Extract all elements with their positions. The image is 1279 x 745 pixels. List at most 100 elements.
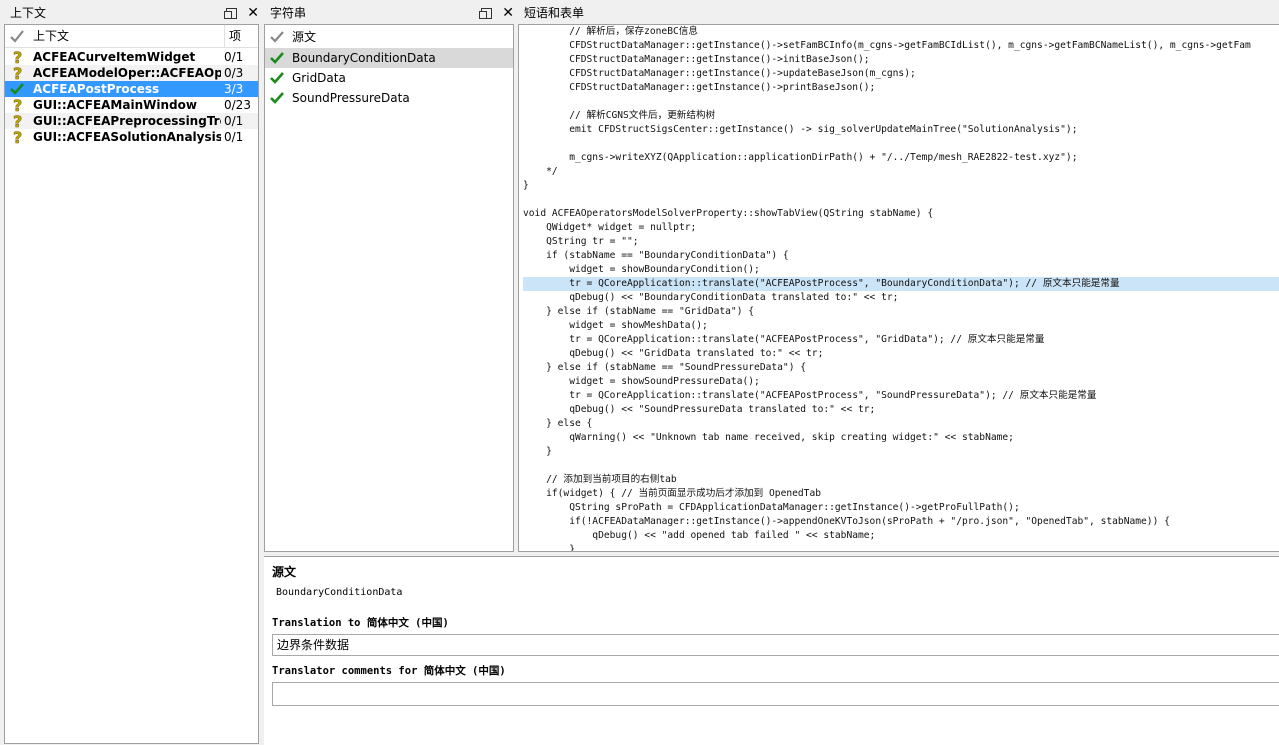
svg-text:?: ? — [13, 49, 22, 65]
strings-dock-title-text: 字符串 — [270, 6, 307, 20]
header-check-icon — [269, 29, 285, 45]
string-text: SoundPressureData — [292, 91, 410, 105]
comments-label: Translator comments for 简体中文 (中国) — [272, 665, 506, 677]
code-dock-title-text: 短语和表单 — [524, 6, 585, 20]
question-icon: ? — [9, 129, 25, 145]
code-line: } else { — [523, 418, 593, 429]
translation-input[interactable]: 边界条件数据 — [272, 634, 1279, 656]
context-count: 0/1 — [224, 50, 244, 64]
string-text: GridData — [292, 71, 346, 85]
close-icon[interactable]: ✕ — [247, 6, 259, 20]
question-icon: ? — [9, 97, 25, 113]
source-code-view[interactable]: // 解析后，保存zoneBC信息 CFDStructDataManager::… — [518, 24, 1279, 552]
code-line: widget = showBoundaryCondition(); — [523, 264, 760, 275]
check-icon — [269, 70, 285, 86]
context-row-selected[interactable]: ACFEAPostProcess 3/3 — [5, 81, 258, 97]
float-icon[interactable] — [224, 7, 238, 19]
string-row[interactable]: SoundPressureData — [265, 88, 513, 108]
code-line: } else if (stabName == "GridData") { — [523, 306, 755, 317]
context-row[interactable]: ? ACFEACurveItemWidget 0/1 — [5, 49, 258, 65]
code-line: widget = showMeshData(); — [523, 320, 708, 331]
code-dock-title: 短语和表单 — [518, 2, 1279, 24]
question-icon: ? — [9, 65, 25, 81]
strings-list[interactable]: 源文 BoundaryConditionData GridData SoundP… — [264, 24, 514, 552]
context-count: 0/3 — [224, 66, 244, 80]
float-icon[interactable] — [479, 7, 493, 19]
code-line: emit CFDStructSigsCenter::getInstance() … — [523, 124, 1078, 135]
code-line: m_cgns->writeXYZ(QApplication::applicati… — [523, 152, 1078, 163]
code-line: if(!ACFEADataManager::getInstance()->app… — [523, 516, 1170, 527]
code-line: if(widget) { // 当前页面显示成功后才添加到 OpenedTab — [523, 488, 821, 499]
code-line: tr = QCoreApplication::translate("ACFEAP… — [523, 334, 1045, 345]
context-dock-title-text: 上下文 — [10, 6, 47, 20]
code-line: void ACFEAOperatorsModelSolverProperty::… — [523, 208, 934, 219]
code-line: qWarning() << "Unknown tab name received… — [523, 432, 1014, 443]
source-text: BoundaryConditionData — [276, 587, 403, 598]
header-status-icon — [9, 25, 25, 47]
string-row[interactable]: GridData — [265, 68, 513, 88]
string-text: BoundaryConditionData — [292, 51, 436, 65]
context-name: GUI::ACFEAMainWindow — [33, 98, 197, 112]
strings-header-row[interactable]: 源文 — [265, 27, 513, 47]
context-count: 0/1 — [224, 114, 244, 128]
code-line: } — [523, 544, 575, 552]
context-count: 0/23 — [224, 98, 251, 112]
source-label: 源文 — [272, 565, 297, 579]
code-line: widget = showSoundPressureData(); — [523, 376, 760, 387]
code-line: qDebug() << "GridData translated to:" <<… — [523, 348, 824, 359]
column-header-count[interactable]: 项 — [224, 25, 241, 47]
code-line: QString sProPath = CFDApplicationDataMan… — [523, 502, 1020, 513]
question-icon: ? — [9, 113, 25, 129]
code-line: CFDStructDataManager::getInstance()->ini… — [523, 54, 870, 65]
code-line: qDebug() << "SoundPressureData translate… — [523, 404, 876, 415]
code-line: // 解析后，保存zoneBC信息 — [523, 26, 698, 37]
translation-editor: 源文 BoundaryConditionData Translation to … — [264, 556, 1279, 745]
context-name: ACFEAPostProcess — [33, 82, 160, 96]
svg-text:?: ? — [13, 113, 22, 129]
strings-header-label: 源文 — [292, 30, 317, 44]
context-dock-title: 上下文 ✕ — [4, 2, 265, 24]
code-line-highlighted: tr = QCoreApplication::translate("ACFEAP… — [523, 277, 1279, 291]
code-line: CFDStructDataManager::getInstance()->set… — [523, 40, 1251, 51]
column-header-context[interactable]: 上下文 — [33, 25, 69, 47]
context-name: GUI::ACFEASolutionAnalysisTr… — [33, 130, 221, 144]
context-name: ACFEACurveItemWidget — [33, 50, 196, 64]
context-row[interactable]: ? GUI::ACFEAPreprocessingTree… 0/1 — [5, 113, 258, 129]
close-icon[interactable]: ✕ — [502, 6, 514, 20]
code-line: } — [523, 180, 529, 191]
code-line: QWidget* widget = nullptr; — [523, 222, 697, 233]
context-name: ACFEAModelOper::ACFEAOpe… — [33, 66, 221, 80]
code-line: // 解析CGNS文件后，更新结构树 — [523, 110, 716, 121]
comments-input[interactable] — [272, 682, 1279, 706]
code-line: QString tr = ""; — [523, 236, 639, 247]
code-line: if (stabName == "BoundaryConditionData")… — [523, 250, 789, 261]
strings-dock-title: 字符串 ✕ — [264, 2, 520, 24]
check-icon — [269, 90, 285, 106]
string-row-selected[interactable]: BoundaryConditionData — [265, 48, 513, 68]
check-icon — [269, 50, 285, 66]
context-count: 0/1 — [224, 130, 244, 144]
code-line: qDebug() << "BoundaryConditionData trans… — [523, 292, 899, 303]
code-line: } — [523, 446, 552, 457]
code-line: CFDStructDataManager::getInstance()->upd… — [523, 68, 916, 79]
translation-label: Translation to 简体中文 (中国) — [272, 617, 449, 629]
svg-text:?: ? — [13, 65, 22, 81]
svg-text:?: ? — [13, 129, 22, 145]
code-line: CFDStructDataManager::getInstance()->pri… — [523, 82, 876, 93]
code-line: */ — [523, 166, 558, 177]
code-line: } else if (stabName == "SoundPressureDat… — [523, 362, 807, 373]
context-row[interactable]: ? ACFEAModelOper::ACFEAOpe… 0/3 — [5, 65, 258, 81]
code-line: qDebug() << "add opened tab failed " << … — [523, 530, 876, 541]
context-row[interactable]: ? GUI::ACFEASolutionAnalysisTr… 0/1 — [5, 129, 258, 145]
check-icon — [9, 81, 25, 97]
question-icon: ? — [9, 49, 25, 65]
context-count: 3/3 — [224, 82, 244, 96]
context-list[interactable]: 上下文 项 ? ACFEACurveItemWidget 0/1 ? ACFEA… — [4, 24, 259, 744]
code-line: tr = QCoreApplication::translate("ACFEAP… — [523, 390, 1097, 401]
context-row[interactable]: ? GUI::ACFEAMainWindow 0/23 — [5, 97, 258, 113]
code-line: // 添加到当前项目的右侧tab — [523, 474, 677, 485]
